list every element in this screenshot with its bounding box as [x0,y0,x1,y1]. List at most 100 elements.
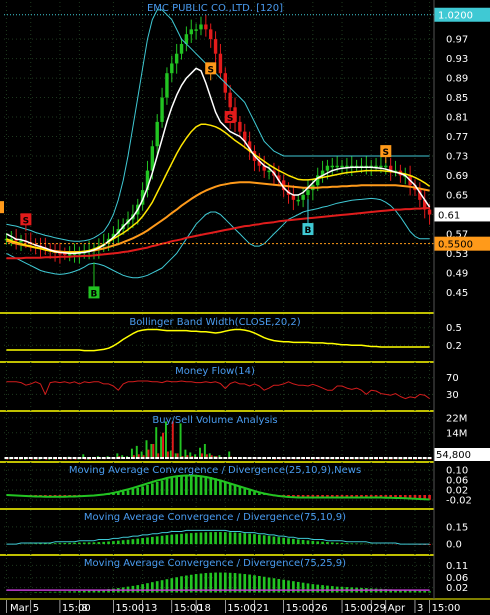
volume-base-tick [72,457,77,459]
price-candle [306,190,310,195]
volume-base-tick [160,457,165,459]
price-candle [194,29,198,31]
volume-base-tick [106,457,111,459]
price-candle [204,24,208,30]
volume-base-tick [199,457,203,459]
volume-base-tick [43,457,48,459]
price-candle [155,121,159,147]
money-flow-panel-title: Money Flow(14) [175,366,255,377]
y-tick-label: 0.89 [446,74,468,85]
y-tick-label: 0.0 [446,540,462,551]
volume-base-tick [150,457,155,459]
signal-label: S [227,114,233,124]
volume-base-tick [408,457,413,459]
volume-base-tick [252,457,257,459]
last-volume-label: 54,800 [436,450,471,461]
y-tick-label: 0.11 [446,561,468,572]
volume-base-tick [194,457,199,459]
y-tick-label: 0.49 [446,268,468,279]
stock-chart: S B S S B S EMC PUBLIC CO.,LTD. [120] Bolling… [0,0,490,615]
macd2-panel-title: Moving Average Convergence / Divergence(… [84,512,346,523]
price-candle [238,121,242,132]
bbw-panel-title: Bollinger Band Width(CLOSE,20,2) [129,317,300,328]
volume-base-tick [101,457,106,459]
volume-base-tick [349,457,354,459]
volume-base-tick [344,457,349,459]
volume-base-tick [320,457,325,459]
buy-volume-bar [203,444,206,459]
volume-base-tick [325,457,330,459]
volume-base-tick [340,457,344,459]
y-tick-label: -0.02 [446,496,472,507]
volume-base-tick [383,457,388,459]
volume-base-tick [354,457,359,459]
volume-base-tick [388,457,393,459]
x-tick-label: 8 [81,603,87,614]
y-tick-label: 22M [446,413,467,424]
price-candle [218,53,223,74]
volume-panel-title: Buy/Sell Volume Analysis [152,415,277,426]
x-tick-label: 13 [145,603,158,614]
signal-label: B [305,226,312,236]
x-tick-label: 5 [33,603,39,614]
volume-base-tick [393,457,398,459]
volume-base-tick [174,457,179,459]
sell-volume-bar [171,421,174,459]
y-tick-label: 0.73 [446,152,468,163]
price-candle [213,39,218,54]
volume-base-tick [203,457,208,459]
volume-base-tick [315,457,320,459]
price-candle [267,170,271,173]
volume-base-tick [271,457,276,459]
x-tick-label: Apr [388,603,406,614]
signal-label: S [23,216,29,226]
signal-label: S [207,65,213,75]
x-tick-label: 3 [417,603,423,614]
y-tick-label: 0.77 [446,132,468,143]
volume-base-tick [38,457,43,459]
price-candle [179,43,184,54]
volume-base-tick [130,457,135,459]
volume-base-tick [53,457,58,459]
volume-base-tick [82,457,87,459]
volume-base-tick [359,457,364,459]
volume-base-tick [48,457,53,459]
price-chart-title: EMC PUBLIC CO.,LTD. [120] [147,3,283,14]
x-tick-label: Mar [10,603,30,614]
volume-base-tick [189,457,194,459]
volume-base-tick [164,457,169,459]
volume-base-tick [281,457,286,459]
volume-base-tick [218,457,223,459]
volume-base-tick [398,457,403,459]
x-tick-label: 21 [256,603,269,614]
last-price-marker-text: 0.61 [438,210,460,221]
volume-base-tick [223,457,228,459]
buy-volume-bar [155,427,158,459]
volume-base-tick [403,457,408,459]
volume-base-tick [116,457,121,459]
volume-base-tick [140,457,145,459]
volume-base-tick [62,457,67,459]
price-candle [379,165,383,168]
price-candle [165,73,169,98]
volume-base-tick [257,457,262,459]
price-candle [301,194,305,200]
volume-base-tick [233,457,237,459]
volume-base-tick [9,457,14,459]
low-price-marker-text: 0.5500 [438,240,473,251]
volume-base-tick [23,457,28,459]
price-candle [296,199,300,202]
price-candle [209,29,213,40]
sell-volume-bar [162,432,165,459]
y-tick-label: 0.69 [446,171,468,182]
macd1-panel-title: Moving Average Convergence / Divergence(… [69,465,361,476]
y-tick-label: 0.02 [446,583,468,594]
volume-base-tick [306,457,310,459]
signal-label: S [383,148,389,158]
volume-base-tick [378,457,383,459]
buy-volume-bar [179,423,182,459]
volume-base-tick [169,457,174,459]
y-tick-label: 0.81 [446,113,468,124]
buy-volume-bar [164,421,167,459]
price-candle [427,209,432,215]
